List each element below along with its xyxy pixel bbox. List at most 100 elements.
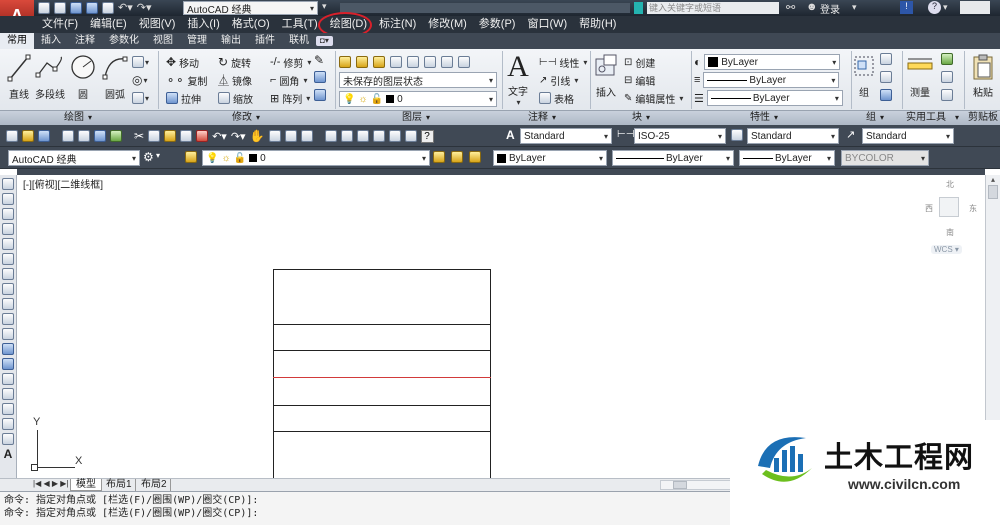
block-panel-label[interactable]: 块 [632, 111, 642, 125]
lineweight-select[interactable]: ByLayer ▾ [706, 90, 843, 106]
workspace-arrow-icon[interactable]: ▾ [156, 151, 160, 160]
match-prop-icon[interactable]: ◐ [694, 55, 701, 69]
hatch-icon[interactable]: ◎ [132, 73, 142, 87]
lt-ellipse-icon[interactable] [2, 313, 14, 325]
menu-help[interactable]: 帮助(H) [573, 16, 622, 33]
edit-block-tool[interactable]: ⊟ 编辑 [624, 71, 683, 89]
layer-previous-icon[interactable] [451, 151, 463, 163]
tab-layout1[interactable]: 布局1 [103, 479, 136, 491]
layer-manager-icon[interactable] [185, 151, 197, 163]
layer-match-icon[interactable] [390, 56, 402, 68]
props-panel-label[interactable]: 特性 [750, 111, 770, 125]
viewcube[interactable]: 北 西 东 南 WCS ▾ [921, 175, 983, 259]
boundary-icon[interactable] [132, 92, 144, 104]
lt-spline-icon[interactable] [2, 298, 14, 310]
tb-print-icon[interactable] [62, 130, 74, 142]
layer-freeze-icon[interactable] [424, 56, 436, 68]
tab-insert[interactable]: 插入 [34, 33, 68, 49]
text-tool[interactable]: A 文字 ▾ [505, 51, 531, 108]
hscroll-thumb[interactable] [673, 481, 687, 489]
plotstyle-select[interactable]: BYCOLOR ▾ [841, 150, 929, 166]
layer-lock-icon[interactable] [441, 56, 453, 68]
layer-iso-icon[interactable] [373, 56, 385, 68]
group-panel-label[interactable]: 组 [866, 111, 876, 125]
undo-icon[interactable]: ↶▾ [118, 1, 133, 14]
menu-view[interactable]: 视图(V) [133, 16, 182, 33]
scale-tool[interactable]: 缩放 [218, 89, 264, 107]
tab-model[interactable]: 模型 [70, 479, 102, 491]
clip-panel-label[interactable]: 剪贴板 [968, 111, 998, 125]
menu-parametric[interactable]: 参数(P) [473, 16, 522, 33]
calculator-icon[interactable] [941, 71, 953, 83]
lt-region-icon[interactable] [2, 418, 14, 430]
layer-select[interactable]: 💡 ☼ 🔓 0 ▾ [339, 91, 497, 107]
save-icon[interactable] [70, 1, 82, 14]
tb-linetype-select[interactable]: ByLayer ▾ [612, 150, 734, 166]
ribbon-toggle-button[interactable]: ◘▾ [316, 36, 333, 46]
layer-panel-label[interactable]: 图层 [402, 111, 422, 125]
make-current-icon[interactable] [433, 151, 445, 163]
quickselect-icon[interactable] [941, 53, 953, 65]
tb-lineweight-select[interactable]: ByLayer ▾ [739, 150, 835, 166]
arc-tool[interactable]: 圆弧 [100, 53, 130, 101]
group-tool[interactable]: 组 [853, 53, 875, 99]
erase-icon[interactable]: ✎ [314, 53, 330, 71]
circle-tool[interactable]: 圆 [68, 53, 98, 101]
tb-zoom-realtime-icon[interactable] [268, 130, 281, 142]
exchange-icon[interactable]: ! [900, 1, 913, 14]
tab-home[interactable]: 常用 [0, 33, 34, 49]
tb-sheetset-icon[interactable] [372, 130, 385, 142]
tb-save-icon[interactable] [38, 130, 50, 142]
lineweight-icon[interactable]: ☰ [694, 92, 704, 105]
menu-window[interactable]: 窗口(W) [521, 16, 573, 33]
tb-cut-icon[interactable]: ✂ [134, 129, 144, 143]
lt-xline-icon[interactable] [2, 193, 14, 205]
workspace-dropdown[interactable]: AutoCAD 经典 ▾ [8, 150, 140, 166]
lt-gradient-icon[interactable] [2, 403, 14, 415]
line-tool[interactable]: 直线 [6, 53, 32, 101]
viewcube-east[interactable]: 东 [969, 203, 977, 214]
layer-dropdown[interactable]: 💡 ☼ 🔓 0 ▾ [202, 150, 430, 166]
user-icon[interactable]: ☻ [806, 1, 818, 13]
minimize-button[interactable] [960, 1, 990, 14]
menu-edit[interactable]: 编辑(E) [84, 16, 133, 33]
leader-tool[interactable]: ↗ 引线 ▾ [539, 71, 587, 89]
lt-make-block-icon[interactable] [2, 358, 14, 370]
lt-mtext-icon[interactable]: A [0, 447, 16, 461]
lt-arc-icon[interactable] [2, 253, 14, 265]
annotation-panel-label[interactable]: 注释 [528, 111, 548, 125]
stretch-tool[interactable]: 拉伸 [166, 89, 212, 107]
lt-ellipse-arc-icon[interactable] [2, 328, 14, 340]
lt-hatch-icon[interactable] [2, 388, 14, 400]
tb-calc-icon[interactable] [404, 130, 417, 142]
menu-format[interactable]: 格式(O) [226, 16, 276, 33]
layer-off-icon[interactable] [407, 56, 419, 68]
tb-publish-icon[interactable] [94, 130, 106, 142]
tb-open-icon[interactable] [22, 130, 34, 142]
paste-tool[interactable]: 粘贴 [967, 53, 999, 99]
lt-rectangle-icon[interactable] [2, 238, 14, 250]
tb-color-select[interactable]: ByLayer ▾ [493, 150, 607, 166]
open-icon[interactable] [54, 1, 66, 14]
lt-table-icon[interactable] [2, 433, 14, 445]
lt-insert-block-icon[interactable] [2, 343, 14, 355]
viewcube-north[interactable]: 北 [946, 179, 954, 190]
explode-icon[interactable] [314, 71, 326, 83]
tab-layout2[interactable]: 布局2 [138, 479, 171, 491]
tb-markup-icon[interactable] [388, 130, 401, 142]
color-select[interactable]: ByLayer ▾ [704, 54, 841, 70]
layer-unisolate-icon[interactable] [458, 56, 470, 68]
draw-panel-label[interactable]: 绘图 [64, 111, 84, 125]
layer-states-icon[interactable] [469, 151, 481, 163]
move-tool[interactable]: ✥ 移动 [166, 53, 212, 71]
tb-zoom-prev-icon[interactable] [300, 130, 313, 142]
tb-redo-icon[interactable]: ↷▾ [231, 130, 246, 143]
tb-toolpalette-icon[interactable] [356, 130, 369, 142]
create-block-tool[interactable]: ⊡ 创建 [624, 53, 683, 71]
tab-view[interactable]: 视图 [146, 33, 180, 49]
polyline-tool[interactable]: 多段线 [34, 53, 66, 101]
tab-parametric[interactable]: 参数化 [102, 33, 146, 49]
menu-tools[interactable]: 工具(T) [276, 16, 324, 33]
tb-copy-icon[interactable] [148, 130, 161, 142]
rotate-tool[interactable]: ↻ 旋转 [218, 53, 264, 71]
